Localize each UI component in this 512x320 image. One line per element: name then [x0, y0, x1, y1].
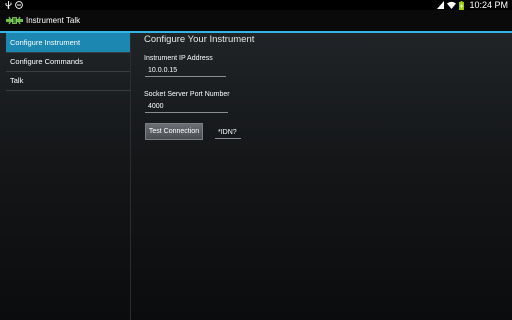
- main-area: Configure Instrument Configure Commands …: [0, 33, 512, 320]
- sidebar: Configure Instrument Configure Commands …: [0, 33, 131, 320]
- action-bar: Instrument Talk: [0, 10, 512, 33]
- command-field[interactable]: *IDN?: [215, 128, 241, 139]
- sidebar-item-talk[interactable]: Talk: [6, 71, 130, 90]
- status-system: 10:24 PM: [437, 0, 508, 10]
- sidebar-item-configure-commands[interactable]: Configure Commands: [6, 52, 130, 71]
- usb-debug-icon: [5, 1, 12, 9]
- wifi-icon: [447, 1, 457, 9]
- test-connection-button[interactable]: Test Connection: [145, 123, 203, 140]
- port-number-label: Socket Server Port Number: [144, 91, 230, 98]
- page-title: Configure Your Instrument: [144, 34, 255, 45]
- port-number-field[interactable]: 4000: [145, 102, 228, 113]
- app-logo-icon[interactable]: [6, 15, 23, 26]
- instrument-config-panel: Configure Your Instrument Instrument IP …: [144, 33, 504, 320]
- status-bar: 10:24 PM: [0, 0, 512, 10]
- sidebar-item-configure-instrument[interactable]: Configure Instrument: [6, 33, 130, 52]
- clock: 10:24 PM: [469, 0, 508, 10]
- ip-address-field[interactable]: 10.0.0.15: [145, 66, 226, 77]
- app-title: Instrument Talk: [26, 16, 81, 25]
- sidebar-divider: [6, 90, 130, 91]
- battery-charging-icon: [459, 0, 465, 10]
- ip-address-label: Instrument IP Address: [144, 55, 213, 62]
- do-not-disturb-icon: [15, 1, 23, 9]
- status-notifications: [5, 0, 23, 10]
- signal-icon: [437, 1, 445, 9]
